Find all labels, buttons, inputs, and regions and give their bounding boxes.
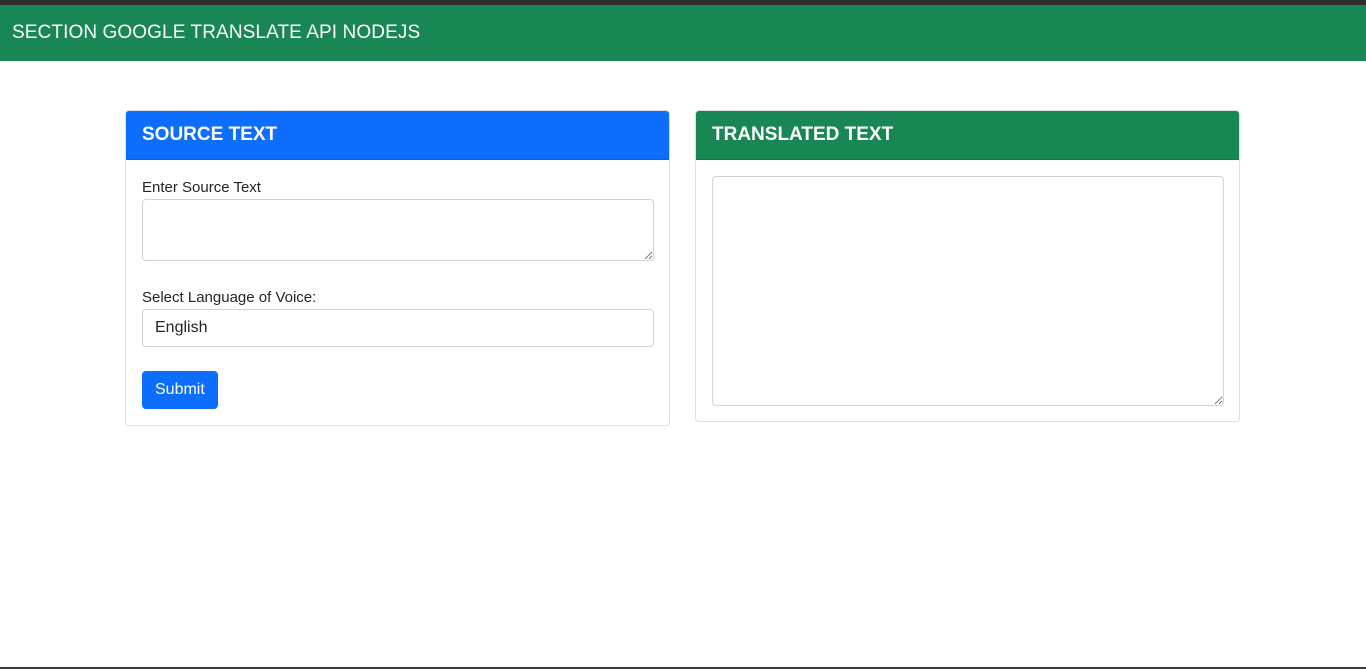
language-select-label: Select Language of Voice:	[142, 289, 317, 306]
translated-card-body	[696, 160, 1239, 421]
navbar: SECTION GOOGLE TRANSLATE API NODEJS	[0, 5, 1366, 61]
translated-card-title: TRANSLATED TEXT	[712, 124, 894, 145]
translated-text-card: TRANSLATED TEXT	[695, 110, 1240, 422]
submit-button[interactable]: Submit	[142, 371, 218, 409]
source-card-header: SOURCE TEXT	[126, 111, 669, 160]
source-text-card: SOURCE TEXT Enter Source Text Select Lan…	[125, 110, 670, 426]
source-text-input[interactable]	[142, 199, 654, 261]
language-select-value: English	[155, 319, 208, 336]
source-text-label: Enter Source Text	[142, 179, 261, 196]
translated-card-header: TRANSLATED TEXT	[696, 111, 1239, 160]
translated-text-output[interactable]	[712, 176, 1224, 406]
navbar-title[interactable]: SECTION GOOGLE TRANSLATE API NODEJS	[12, 22, 420, 44]
language-select[interactable]: English	[142, 309, 654, 347]
source-card-body: Enter Source Text Select Language of Voi…	[126, 160, 669, 425]
source-card-title: SOURCE TEXT	[142, 124, 278, 145]
